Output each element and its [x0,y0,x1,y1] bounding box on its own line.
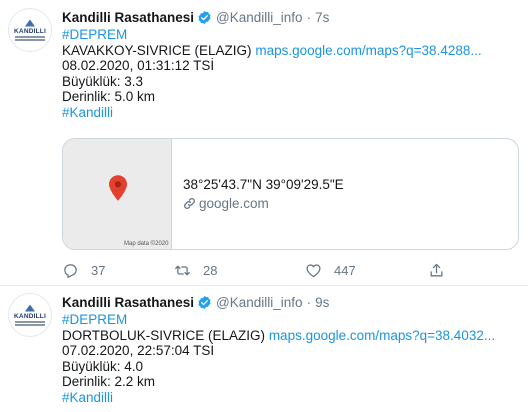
reply-count: 37 [91,262,106,278]
link-icon [184,198,195,209]
logo-mark [25,19,35,27]
avatar-logo-text: KANDILLI [14,27,46,35]
separator-dot: · [306,10,312,25]
map-link[interactable]: maps.google.com/maps?q=38.4032... [269,328,495,343]
magnitude-text: Büyüklük: 4.0 [62,358,144,374]
avatar[interactable]: KANDILLI [8,8,52,52]
datetime-text: 07.02.2020, 22:57:04 TSİ [62,343,215,358]
separator-dot: · [306,295,312,310]
map-pin-icon [109,175,127,201]
verified-badge-icon [198,295,211,310]
card-domain: google.com [183,194,344,213]
author-handle[interactable]: @Kandilli_info [216,10,303,25]
tweet[interactable]: KANDILLI Kandilli Rasathanesi @Kandilli_… [0,0,528,286]
depth-text: Derinlik: 5.0 km [62,89,156,104]
link-preview-card[interactable]: Map data ©2020 38°25'43.7"N 39°09'29.5"E… [62,138,519,250]
tweet-text: #DEPREM KAVAKKOY-SIVRICE (ELAZIG) maps.g… [62,27,518,120]
hashtag-link[interactable]: #Kandilli [62,390,113,405]
retweet-icon [175,265,190,275]
tweet-actions: 37 28 447 [62,260,462,280]
card-domain-text: google.com [199,196,269,211]
tweet-body: Kandilli Rasathanesi @Kandilli_info · 9s… [62,293,518,405]
tweet-timestamp[interactable]: 9s [315,295,329,310]
card-info: 38°25'43.7"N 39°09'29.5"E google.com [172,139,344,249]
author-name[interactable]: Kandilli Rasathanesi [62,295,194,310]
author-name[interactable]: Kandilli Rasathanesi [62,10,194,25]
reply-button[interactable]: 37 [62,262,105,279]
tweet-timestamp[interactable]: 7s [315,10,329,25]
tweet-body: Kandilli Rasathanesi @Kandilli_info · 7s… [62,8,519,278]
location-text: KAVAKKOY-SIVRICE (ELAZIG) [62,42,252,58]
tweet-header: Kandilli Rasathanesi @Kandilli_info · 7s [62,8,518,27]
map-credit: Map data ©2020 [124,241,169,247]
heart-icon [306,263,321,277]
hashtag-link[interactable]: #DEPREM [62,312,127,327]
share-icon [430,263,443,276]
like-count: 447 [334,262,356,278]
avatar[interactable]: KANDILLI [8,293,52,337]
like-button[interactable]: 447 [305,262,356,279]
map-thumbnail: Map data ©2020 [63,139,172,249]
tweet[interactable]: KANDILLI Kandilli Rasathanesi @Kandilli_… [0,286,528,412]
logo-mark [25,304,35,312]
timeline-feed: KANDILLI Kandilli Rasathanesi @Kandilli_… [0,0,528,412]
author-handle[interactable]: @Kandilli_info [216,295,303,310]
logo-line [15,324,45,326]
location-text: DORTBOLUK-SIVRICE (ELAZIG) [62,327,266,343]
logo-line [15,321,45,323]
card-coordinates: 38°25'43.7"N 39°09'29.5"E [183,177,344,192]
retweet-count: 28 [203,262,218,278]
verified-badge-icon [198,10,211,25]
logo-line [15,39,45,41]
datetime-text: 08.02.2020, 01:31:12 TSİ [62,58,215,73]
hashtag-link[interactable]: #DEPREM [62,27,127,42]
hashtag-link[interactable]: #Kandilli [62,105,113,120]
map-link[interactable]: maps.google.com/maps?q=38.4288... [255,43,481,58]
depth-text: Derinlik: 2.2 km [62,374,156,389]
avatar-logo-text: KANDILLI [14,312,46,320]
tweet-header: Kandilli Rasathanesi @Kandilli_info · 9s [62,293,518,312]
reply-icon [64,263,77,278]
magnitude-text: Büyüklük: 3.3 [62,73,144,89]
tweet-text: #DEPREM DORTBOLUK-SIVRICE (ELAZIG) maps.… [62,312,518,405]
retweet-button[interactable]: 28 [174,262,217,279]
share-button[interactable] [428,262,445,279]
logo-line [15,36,45,38]
